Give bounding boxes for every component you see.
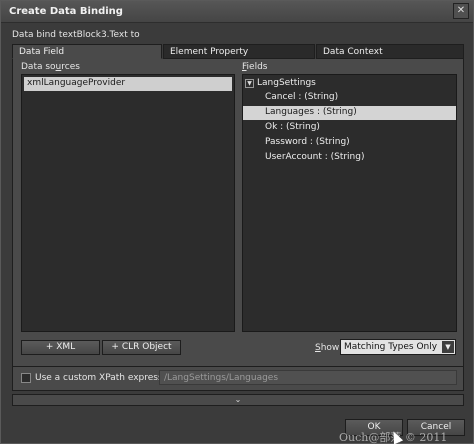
create-data-binding-dialog: Create Data Binding ✕ Data bind textBloc… — [0, 0, 474, 444]
custom-xpath-label[interactable]: Use a custom XPath expression — [35, 373, 176, 383]
fields-tree[interactable]: ▼ LangSettings Cancel : (String) Languag… — [242, 74, 457, 332]
data-source-item[interactable]: xmlLanguageProvider — [24, 77, 232, 91]
show-filter-select[interactable]: Matching Types Only ▼ — [340, 339, 456, 355]
field-item-password[interactable]: Password : (String) — [243, 136, 456, 150]
dialog-title: Create Data Binding — [9, 6, 123, 17]
field-item-languages[interactable]: Languages : (String) — [243, 106, 456, 120]
field-item-cancel[interactable]: Cancel : (String) — [243, 91, 456, 105]
bind-target-label: Data bind textBlock3.Text to — [12, 30, 140, 40]
chevron-down-icon[interactable]: ⌄ — [235, 395, 242, 404]
xpath-row: Use a custom XPath expression — [12, 367, 464, 391]
chevron-down-icon[interactable]: ▼ — [442, 341, 454, 353]
expand-options-bar[interactable]: ⌄ — [12, 394, 464, 406]
tab-strip: Data Field Element Property Data Context — [12, 44, 464, 59]
field-item-useraccount[interactable]: UserAccount : (String) — [243, 151, 456, 165]
data-sources-list[interactable]: xmlLanguageProvider — [21, 74, 235, 332]
custom-xpath-checkbox[interactable] — [21, 373, 31, 383]
title-bar[interactable]: Create Data Binding ✕ — [1, 1, 473, 23]
tab-element-property[interactable]: Element Property — [163, 44, 315, 59]
xpath-input[interactable] — [159, 370, 457, 385]
data-field-panel: Data sources Fields xmlLanguageProvider … — [12, 59, 464, 367]
show-label: Show — [315, 343, 340, 353]
tab-data-context[interactable]: Data Context — [316, 44, 464, 59]
tree-root-lang-settings[interactable]: ▼ LangSettings — [245, 76, 316, 90]
collapse-triangle-icon[interactable]: ▼ — [245, 78, 254, 88]
tree-root-label: LangSettings — [257, 78, 316, 88]
fields-label: Fields — [242, 62, 268, 72]
tab-data-field[interactable]: Data Field — [12, 44, 162, 59]
show-filter-value: Matching Types Only — [344, 342, 438, 352]
add-xml-button[interactable]: + XML — [21, 340, 100, 355]
data-sources-label: Data sources — [21, 62, 80, 72]
close-icon[interactable]: ✕ — [453, 3, 469, 19]
add-clr-object-button[interactable]: + CLR Object — [102, 340, 181, 355]
field-item-ok[interactable]: Ok : (String) — [243, 121, 456, 135]
